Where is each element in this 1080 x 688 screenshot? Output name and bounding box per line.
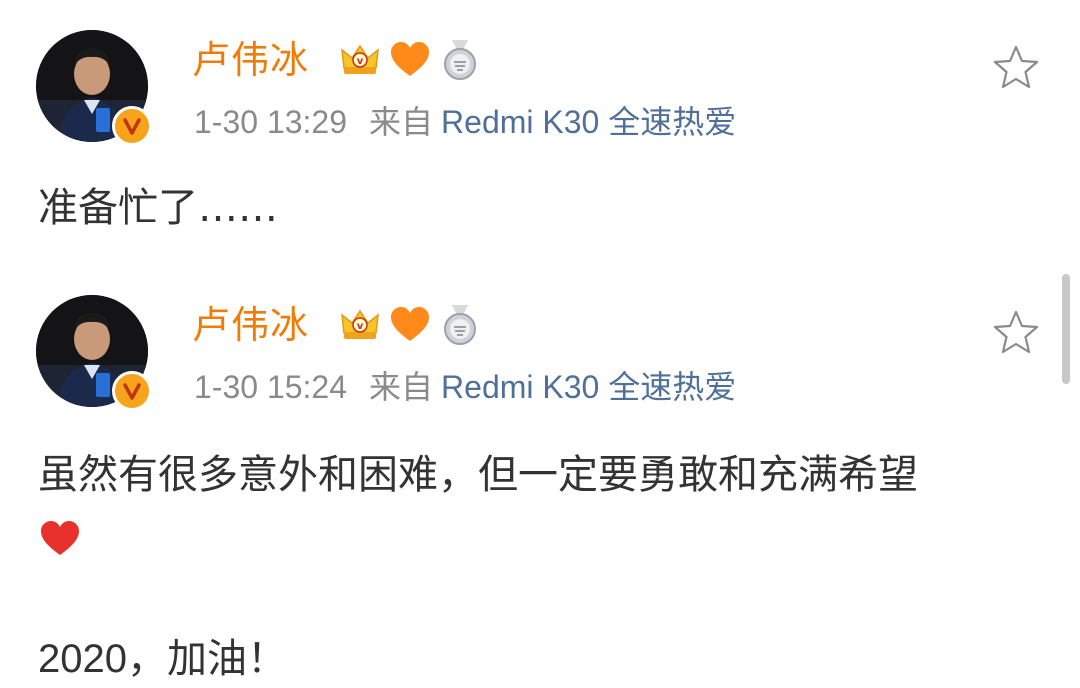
- medal-icon[interactable]: [438, 38, 482, 82]
- favorite-star-button[interactable]: [988, 305, 1044, 361]
- post-text: 准备忙了……: [38, 185, 278, 231]
- favorite-star-button[interactable]: [988, 40, 1044, 96]
- user-badges: v: [338, 301, 488, 349]
- source-prefix: 来自: [369, 369, 434, 405]
- post-meta: 1-30 15:24 来自 Redmi K30 全速热爱: [194, 365, 736, 409]
- orange-heart-icon: [388, 38, 432, 82]
- crown-icon[interactable]: v: [338, 303, 382, 347]
- device-source-link[interactable]: Redmi K30 全速热爱: [441, 104, 736, 140]
- medal-icon[interactable]: [438, 303, 482, 347]
- post-time[interactable]: 1-30 13:29: [194, 104, 347, 140]
- star-outline-icon: [993, 45, 1039, 89]
- post-time[interactable]: 1-30 15:24: [194, 369, 347, 405]
- post-meta: 1-30 13:29 来自 Redmi K30 全速热爱: [194, 100, 736, 144]
- source-prefix: 来自: [369, 104, 434, 140]
- weibo-feed: 卢伟冰 v 1-30 13:29 来自 Redmi K30 全速热爱 准备忙了……: [0, 0, 1080, 688]
- red-heart-icon: [38, 517, 82, 561]
- verified-v-icon: [112, 106, 152, 146]
- post-text-line: 虽然有很多意外和困难，但一定要勇敢和充满希望: [38, 452, 918, 498]
- orange-heart-icon: [388, 303, 432, 347]
- user-badges: v: [338, 36, 488, 84]
- verified-v-icon: [112, 371, 152, 411]
- username[interactable]: 卢伟冰: [192, 36, 309, 84]
- svg-text:v: v: [357, 321, 364, 332]
- post-text-line: 2020，加油！: [38, 637, 287, 681]
- svg-text:v: v: [357, 56, 364, 67]
- crown-icon[interactable]: v: [338, 38, 382, 82]
- device-source-link[interactable]: Redmi K30 全速热爱: [441, 369, 736, 405]
- star-outline-icon: [993, 310, 1039, 354]
- scrollbar-thumb[interactable]: [1062, 274, 1070, 384]
- username[interactable]: 卢伟冰: [192, 301, 309, 349]
